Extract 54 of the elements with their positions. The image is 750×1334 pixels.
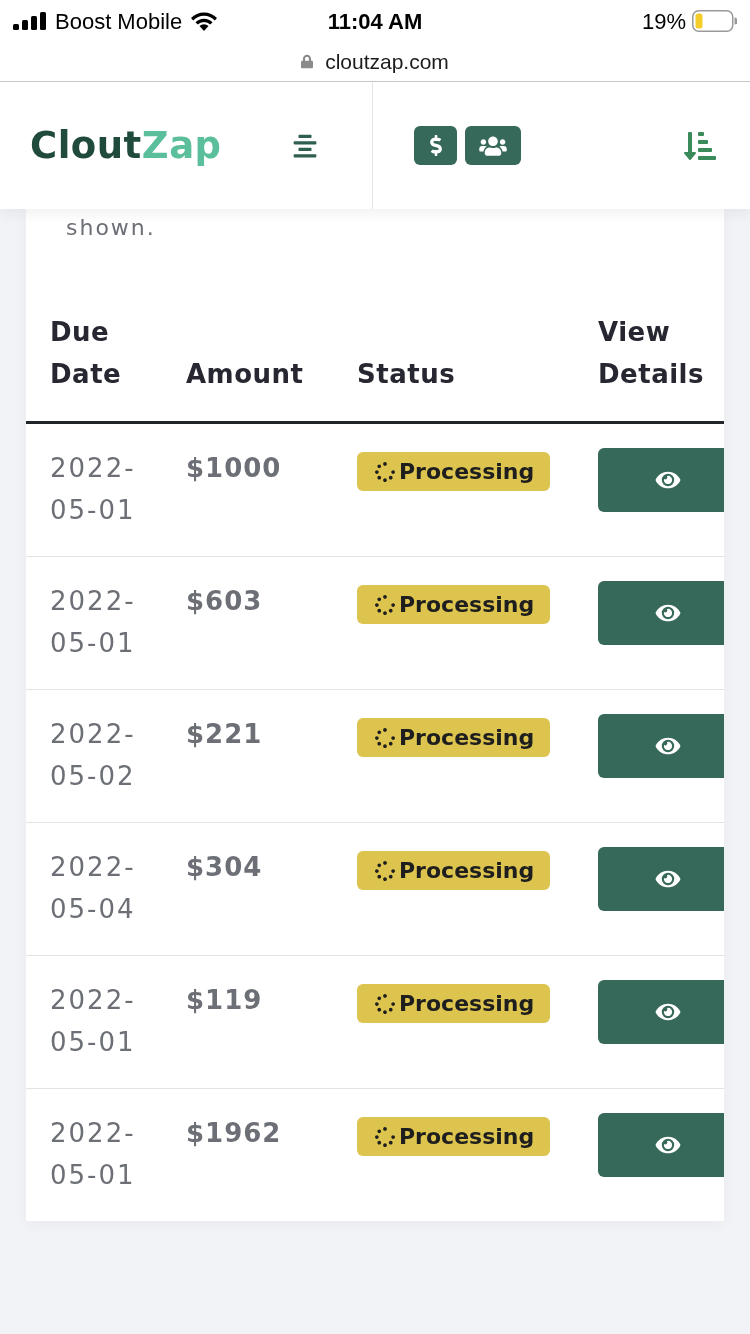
view-details-button[interactable] — [598, 448, 724, 512]
users-button[interactable] — [465, 126, 521, 165]
eye-icon — [655, 1001, 681, 1023]
due-date-cell-text: 2022-05-01 — [50, 585, 137, 660]
due-date-cell-text: 2022-05-02 — [50, 718, 137, 793]
spinner-icon — [375, 727, 395, 748]
clock-time: 11:04 AM — [327, 7, 423, 36]
amount-cell-text: $304 — [186, 851, 264, 884]
spinner-icon — [375, 993, 395, 1014]
eye-icon — [655, 469, 681, 491]
due-date-cell-text: 2022-05-01 — [50, 1117, 137, 1192]
battery-icon — [692, 10, 737, 32]
due-date-cell-text: 2022-05-01 — [50, 452, 137, 527]
signal-icon — [13, 12, 47, 30]
eye-icon — [655, 868, 681, 890]
spinner-icon — [375, 461, 395, 482]
eye-icon — [655, 1134, 681, 1156]
column-header: View Details — [598, 316, 705, 391]
status-badge: Processing — [357, 851, 551, 890]
carrier-name: Boost Mobile — [55, 7, 183, 36]
lock-icon — [301, 54, 314, 69]
eye-icon — [655, 735, 681, 757]
address-url[interactable]: cloutzap.com — [325, 45, 449, 78]
spinner-icon — [375, 860, 395, 881]
wifi-icon — [190, 11, 219, 31]
spinner-icon — [375, 1126, 395, 1147]
status-badge: Processing — [357, 452, 551, 491]
amount-cell-text: $1000 — [186, 452, 283, 485]
amount-cell-text: $119 — [186, 984, 264, 1017]
eye-icon — [655, 602, 681, 624]
due-date-cell-text: 2022-05-04 — [50, 851, 137, 926]
spinner-icon — [375, 594, 395, 615]
status-badge: Processing — [357, 984, 551, 1023]
column-header: Status — [357, 358, 457, 391]
view-details-button[interactable] — [598, 1113, 724, 1177]
view-details-button[interactable] — [598, 581, 724, 645]
view-details-button[interactable] — [598, 714, 724, 778]
view-details-button[interactable] — [598, 980, 724, 1044]
battery-percentage: 19% — [641, 7, 686, 36]
amount-cell-text: $603 — [186, 585, 264, 618]
dollar-button[interactable] — [414, 126, 457, 165]
amount-cell-text: $221 — [186, 718, 264, 751]
status-badge: Processing — [357, 1117, 551, 1156]
dollar-icon — [429, 135, 442, 156]
column-header: Due Date — [50, 316, 123, 391]
users-icon — [479, 134, 507, 157]
intro-text: shown. — [65, 214, 157, 242]
column-header: Amount — [186, 358, 305, 391]
status-badge: Processing — [357, 585, 551, 624]
amount-cell-text: $1962 — [186, 1117, 283, 1150]
status-badge: Processing — [357, 718, 551, 757]
due-date-cell-text: 2022-05-01 — [50, 984, 137, 1059]
logo[interactable]: CloutZap — [30, 127, 222, 164]
view-details-button[interactable] — [598, 847, 724, 911]
